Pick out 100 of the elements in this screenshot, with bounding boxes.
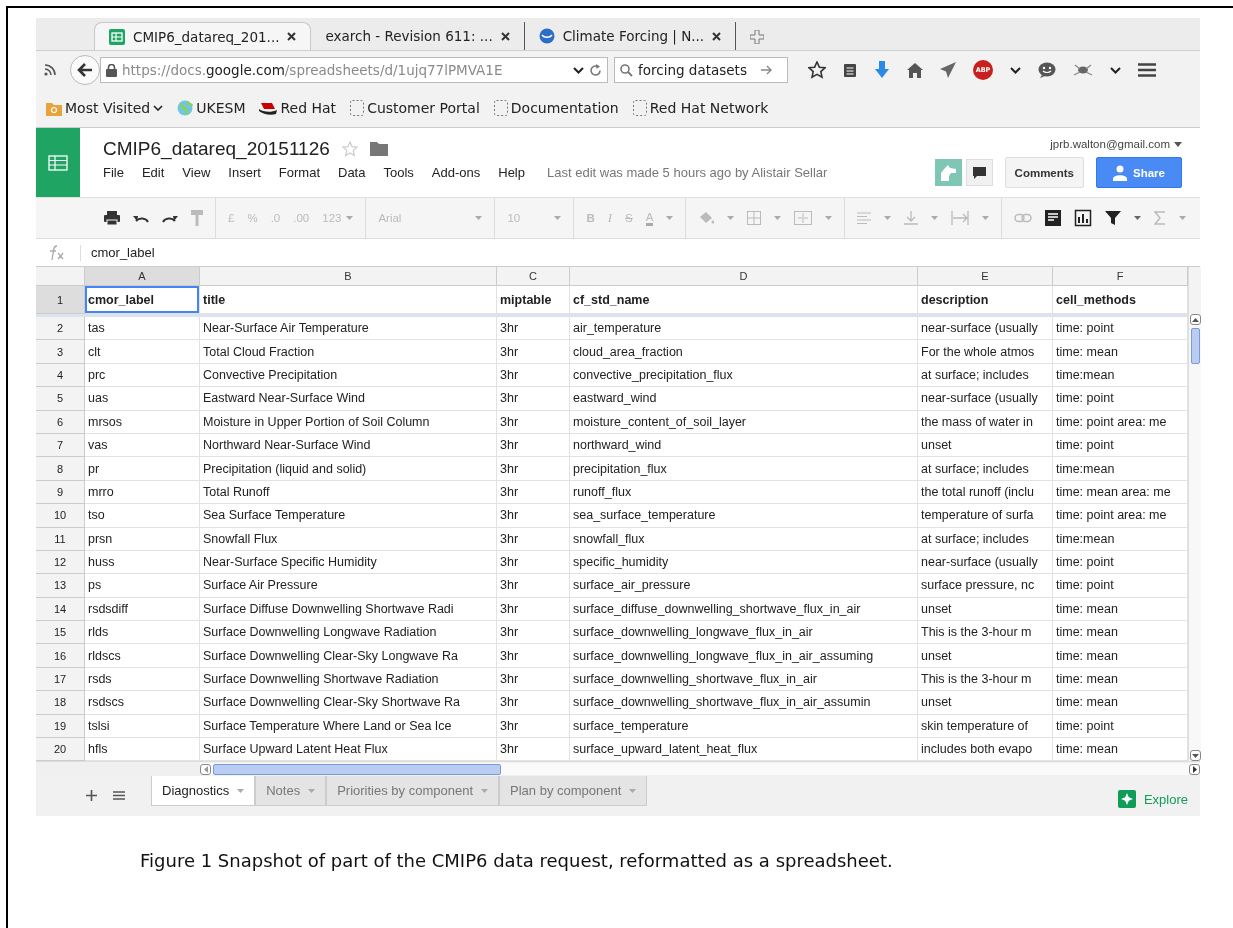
row-number[interactable]: 3 bbox=[36, 340, 85, 364]
chat-smiley-icon[interactable] bbox=[1038, 62, 1056, 78]
search-field[interactable]: forcing datasets bbox=[614, 57, 788, 83]
close-icon[interactable] bbox=[712, 31, 722, 41]
document-title[interactable]: CMIP6_datareq_20151126 bbox=[103, 138, 330, 160]
browser-tab[interactable]: CMIP6_datareq_201... bbox=[94, 22, 312, 50]
caret-icon[interactable] bbox=[1174, 141, 1182, 147]
row-number[interactable]: 10 bbox=[36, 504, 85, 528]
close-icon[interactable] bbox=[500, 31, 510, 41]
menu-item[interactable]: Add-ons bbox=[431, 165, 490, 180]
back-button[interactable] bbox=[70, 55, 100, 85]
column-header[interactable]: E bbox=[918, 267, 1053, 286]
scrollbar-thumb[interactable] bbox=[213, 763, 501, 775]
row-number[interactable]: 2 bbox=[36, 317, 85, 341]
caret-icon bbox=[884, 216, 892, 220]
menu-item[interactable]: Insert bbox=[228, 165, 270, 180]
dropdown-icon[interactable] bbox=[1110, 66, 1121, 74]
table-cell: Surface Downwelling Longwave Radiation bbox=[200, 621, 497, 645]
redo-icon[interactable] bbox=[162, 213, 178, 223]
reload-icon[interactable] bbox=[589, 63, 602, 77]
rss-icon[interactable] bbox=[44, 64, 56, 76]
menu-item[interactable]: Edit bbox=[141, 165, 174, 180]
undo-icon[interactable] bbox=[133, 213, 149, 223]
column-header[interactable]: A bbox=[85, 267, 200, 286]
row-number[interactable]: 6 bbox=[36, 410, 85, 434]
new-tab-icon[interactable] bbox=[750, 30, 765, 44]
folder-icon[interactable] bbox=[369, 142, 388, 156]
last-edit-note[interactable]: Last edit was made 5 hours ago by Alistair Sellar bbox=[547, 165, 828, 180]
table-cell: at surface; includes bbox=[918, 363, 1053, 388]
table-cell: Moisture in Upper Portion of Soil Column bbox=[200, 410, 497, 434]
sheet-tab[interactable]: Diagnostics bbox=[151, 776, 256, 807]
star-icon[interactable] bbox=[808, 61, 826, 79]
address-field[interactable]: https://docs.google.com/spreadsheets/d/1ujq77lPMVA1E bbox=[100, 57, 608, 83]
comment-icon[interactable] bbox=[1045, 210, 1062, 226]
table-cell: 3hr bbox=[497, 340, 570, 364]
menu-item[interactable]: Format bbox=[278, 165, 329, 180]
chart-icon[interactable] bbox=[1074, 209, 1093, 227]
row-number[interactable]: 14 bbox=[36, 597, 85, 622]
bookmark[interactable]: UKESM bbox=[177, 100, 246, 116]
bookmark[interactable]: Customer Portal bbox=[350, 100, 480, 116]
caret-icon bbox=[1134, 216, 1142, 220]
bug-icon[interactable] bbox=[1073, 63, 1093, 77]
row-number[interactable]: 20 bbox=[36, 738, 85, 762]
arrow-right-icon[interactable] bbox=[761, 65, 773, 75]
row-number[interactable]: 16 bbox=[36, 644, 85, 668]
row-number[interactable]: 8 bbox=[36, 457, 85, 481]
menu-item[interactable]: Tools bbox=[383, 165, 423, 180]
dropdown-icon[interactable] bbox=[573, 66, 584, 74]
column-header[interactable]: B bbox=[200, 267, 497, 286]
row-number[interactable]: 11 bbox=[36, 527, 85, 551]
menu-item[interactable]: Data bbox=[338, 165, 375, 180]
row-number[interactable]: 7 bbox=[36, 433, 85, 458]
browser-tab[interactable]: exarch - Revision 611: ... bbox=[311, 22, 525, 50]
row-number[interactable]: 13 bbox=[36, 574, 85, 598]
row-number[interactable]: 5 bbox=[36, 387, 85, 411]
sheet-tab[interactable]: Plan by component bbox=[499, 776, 648, 807]
close-icon[interactable] bbox=[287, 32, 297, 41]
column-header[interactable]: C bbox=[497, 267, 570, 286]
column-header[interactable]: F bbox=[1053, 267, 1188, 286]
chat-icon bbox=[972, 166, 986, 179]
row-number[interactable]: 4 bbox=[36, 363, 85, 388]
row-number[interactable]: 17 bbox=[36, 667, 85, 692]
chat-button[interactable] bbox=[965, 159, 993, 186]
row-number[interactable]: 9 bbox=[36, 480, 85, 505]
scroll-right-button[interactable] bbox=[1189, 763, 1200, 775]
print-icon[interactable] bbox=[104, 211, 120, 225]
menu-item[interactable]: View bbox=[182, 165, 220, 180]
comments-button[interactable]: Comments bbox=[1004, 157, 1085, 188]
column-header[interactable]: D bbox=[570, 267, 918, 286]
menu-item[interactable]: Help bbox=[498, 165, 534, 180]
clipboard-icon[interactable] bbox=[843, 62, 857, 78]
row-number[interactable]: 19 bbox=[36, 714, 85, 739]
scrollbar-thumb[interactable] bbox=[1190, 328, 1200, 364]
add-sheet-icon[interactable] bbox=[86, 790, 97, 802]
merge-cells-icon[interactable] bbox=[794, 211, 813, 225]
formula-field[interactable]: cmor_label bbox=[91, 245, 155, 260]
sheet-tab[interactable]: Priorities by component bbox=[326, 776, 499, 807]
home-icon[interactable] bbox=[907, 62, 923, 78]
dropdown-icon[interactable] bbox=[1010, 66, 1021, 74]
download-icon[interactable] bbox=[874, 61, 890, 79]
bookmark[interactable]: Red Hat bbox=[259, 100, 337, 116]
sheet-tab[interactable]: Notes bbox=[255, 776, 327, 807]
scroll-up-button[interactable] bbox=[1189, 314, 1201, 325]
table-cell: Eastward Near-Surface Wind bbox=[200, 387, 497, 411]
table-cell: 3hr bbox=[497, 621, 570, 645]
account-email[interactable]: jprb.walton@gmail.com bbox=[1050, 138, 1170, 150]
bookmark[interactable]: Red Hat Network bbox=[632, 100, 769, 116]
row-number[interactable]: 12 bbox=[36, 550, 85, 575]
menu-icon[interactable] bbox=[1138, 63, 1156, 77]
row-number[interactable]: 1 bbox=[36, 286, 85, 314]
bookmark[interactable]: Documentation bbox=[493, 100, 619, 116]
bookmark[interactable]: Most Visited bbox=[46, 100, 164, 116]
filter-icon[interactable] bbox=[1105, 210, 1122, 226]
scroll-left-button[interactable] bbox=[200, 763, 211, 775]
paper-plane-icon[interactable] bbox=[940, 62, 956, 78]
menu-item[interactable]: File bbox=[103, 165, 133, 180]
browser-tab[interactable]: Climate Forcing | N... bbox=[524, 22, 737, 50]
sheet-list-icon[interactable] bbox=[113, 791, 125, 801]
row-number[interactable]: 18 bbox=[36, 691, 85, 715]
row-number[interactable]: 15 bbox=[36, 621, 85, 645]
